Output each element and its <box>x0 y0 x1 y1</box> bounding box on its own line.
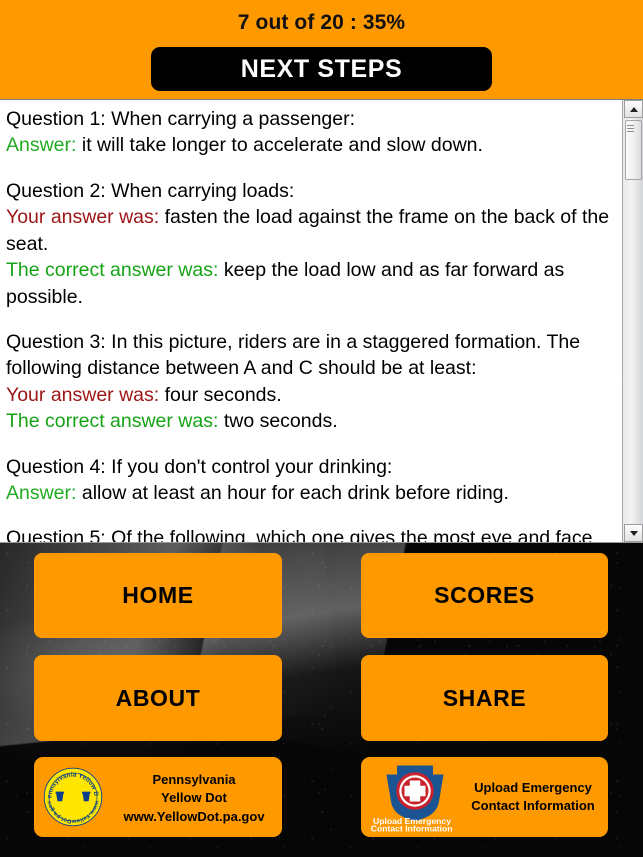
answer-text: it will take longer to accelerate and sl… <box>76 134 483 157</box>
about-button-label: ABOUT <box>115 684 201 711</box>
emergency-banner-text: Upload Emergency Contact Information <box>465 779 601 816</box>
answer-review-text: Question 1: When carrying a passenger: A… <box>0 100 622 542</box>
answer-review-panel[interactable]: Question 1: When carrying a passenger: A… <box>0 99 643 543</box>
yellow-dot-banner-text: Pennsylvania Yellow Dot www.YellowDot.pa… <box>112 771 276 826</box>
question-prompt: Question 3: In this picture, riders are … <box>6 330 581 380</box>
question-prompt: Question 5: Of the following, which one … <box>6 527 593 542</box>
results-header: 7 out of 20 : 35% NEXT STEPS <box>0 0 643 99</box>
your-answer-line: Your answer was: fasten the load against… <box>6 204 614 257</box>
home-button[interactable]: HOME <box>34 553 282 638</box>
score-summary: 7 out of 20 : 35% <box>237 11 406 34</box>
your-answer-label: Your answer was: <box>6 206 160 229</box>
upload-emergency-contact-banner[interactable]: Upload Emergency Contact Information Upl… <box>361 757 608 837</box>
question-prompt: Question 1: When carrying a passenger: <box>6 108 356 130</box>
correct-answer-label: The correct answer was: <box>6 410 219 433</box>
pennsylvania-yellow-dot-banner[interactable]: Pennsylvania Yellow Dot www.YellowDot.pa… <box>34 757 282 837</box>
scores-button[interactable]: SCORES <box>361 553 608 638</box>
yellow-dot-line-2: Yellow Dot <box>161 790 227 806</box>
scroll-down-arrow-icon[interactable] <box>624 524 643 542</box>
answer-line: Answer: allow at least an hour for each … <box>6 480 614 506</box>
answer-text: allow at least an hour for each drink be… <box>76 482 509 505</box>
chevron-down-glyph <box>629 530 638 536</box>
answer-label: Answer: <box>6 482 77 505</box>
review-scrollbar[interactable] <box>622 100 643 542</box>
chevron-up-glyph <box>629 106 638 112</box>
your-answer-line: Your answer was: four seconds. <box>6 382 614 408</box>
emergency-logo-caption-2: Contact Information <box>371 824 453 834</box>
yellow-dot-line-3: www.YellowDot.pa.gov <box>123 808 265 824</box>
pennsylvania-yellow-dot-seal-icon: Pennsylvania Yellow Dot www.YellowDot.pa… <box>43 767 103 827</box>
correct-answer-line: The correct answer was: keep the load lo… <box>6 257 614 310</box>
question-review-block: Question 5: Of the following, which one … <box>6 525 614 542</box>
correct-answer-line: The correct answer was: two seconds. <box>6 408 614 434</box>
footer-navigation: HOME SCORES ABOUT SHARE Pennsylvania Yel… <box>0 543 643 857</box>
emergency-line-2: Contact Information <box>471 798 595 814</box>
correct-answer-label: The correct answer was: <box>6 259 219 282</box>
correct-answer-text: two seconds. <box>218 410 338 433</box>
quiz-results-screen: 7 out of 20 : 35% NEXT STEPS Question 1:… <box>0 0 643 857</box>
home-button-label: HOME <box>122 582 194 608</box>
question-review-block: Question 3: In this picture, riders are … <box>6 329 614 435</box>
next-steps-button[interactable]: NEXT STEPS <box>151 47 492 91</box>
share-button-label: SHARE <box>442 684 527 711</box>
question-prompt: Question 4: If you don't control your dr… <box>6 455 393 478</box>
question-review-block: Question 1: When carrying a passenger: A… <box>6 106 614 159</box>
your-answer-label: Your answer was: <box>6 383 160 406</box>
question-review-block: Question 4: If you don't control your dr… <box>6 454 614 507</box>
answer-label: Answer: <box>6 134 77 157</box>
pennsylvania-keystone-medical-cross-icon: Upload Emergency Contact Information <box>371 765 453 834</box>
about-button[interactable]: ABOUT <box>34 655 282 741</box>
your-answer-text: four seconds. <box>159 383 282 406</box>
next-steps-label: NEXT STEPS <box>240 54 403 83</box>
scrollbar-grip-icon <box>627 125 634 134</box>
answer-line: Answer: it will take longer to accelerat… <box>6 132 614 158</box>
scroll-up-arrow-icon[interactable] <box>624 100 643 118</box>
question-prompt: Question 2: When carrying loads: <box>6 179 295 202</box>
yellow-dot-line-1: Pennsylvania <box>152 772 236 787</box>
question-review-block: Question 2: When carrying loads: Your an… <box>6 178 614 310</box>
emergency-line-1: Upload Emergency <box>474 780 592 795</box>
scores-button-label: SCORES <box>434 582 535 608</box>
share-button[interactable]: SHARE <box>361 655 608 741</box>
